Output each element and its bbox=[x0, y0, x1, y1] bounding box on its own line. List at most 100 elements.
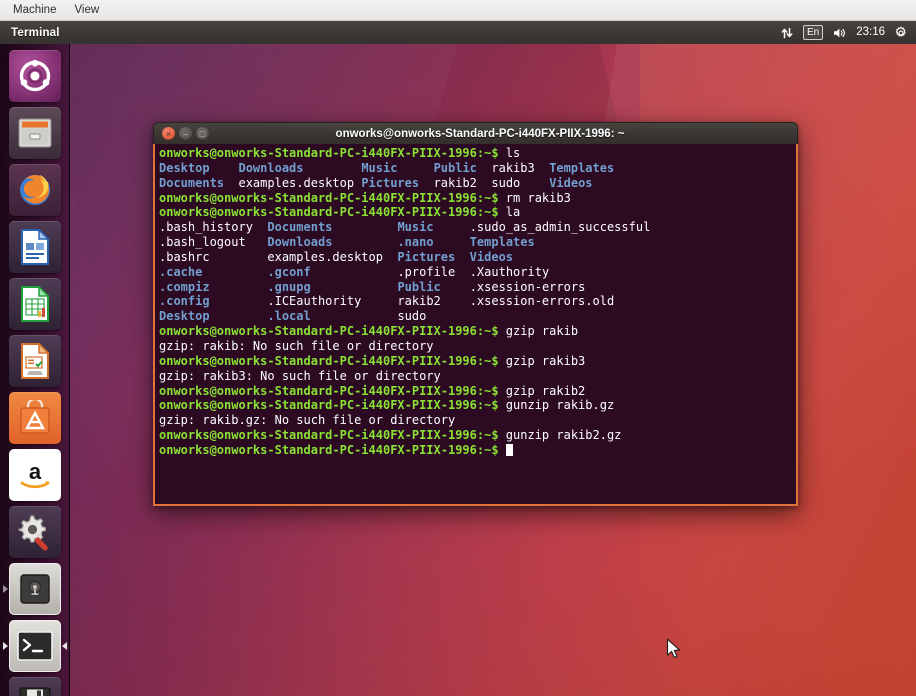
launcher-item-terminal[interactable] bbox=[2, 620, 67, 672]
launcher-item-ubuntu-software[interactable] bbox=[8, 392, 61, 444]
panel-app-title[interactable]: Terminal bbox=[11, 27, 60, 39]
terminal-line: .bashrc examples.desktop Pictures Videos bbox=[159, 250, 792, 265]
ubuntu-logo-icon bbox=[19, 59, 50, 92]
terminal-output: gzip: rakib: No such file or directory bbox=[159, 338, 434, 353]
file-entry: .xsession-errors.old bbox=[469, 294, 615, 309]
clock-indicator[interactable]: 23:16 bbox=[856, 26, 885, 39]
terminal-prompt: onworks@onworks-Standard-PC-i440FX-PIIX-… bbox=[159, 428, 477, 443]
minimize-icon[interactable]: – bbox=[179, 127, 192, 140]
terminal-prompt-tail: :~$ bbox=[476, 146, 506, 160]
launcher-item-amazon[interactable]: a bbox=[8, 449, 61, 501]
terminal-line: gzip: rakib.gz: No such file or director… bbox=[159, 413, 792, 428]
launcher-item-ubuntu-dash[interactable] bbox=[8, 50, 61, 102]
unity-top-panel: Terminal En 23:16 bbox=[0, 21, 916, 44]
network-updown-arrows-icon[interactable] bbox=[780, 26, 794, 40]
terminal-command: gunzip rakib.gz bbox=[505, 398, 615, 413]
directory-entry: Pictures bbox=[361, 175, 420, 190]
directory-entry: .gconf bbox=[267, 264, 311, 279]
launcher-item-firefox[interactable] bbox=[8, 164, 61, 216]
ubuntu-software-bag-icon bbox=[19, 400, 50, 434]
launcher-item-libreoffice-impress[interactable] bbox=[8, 335, 61, 387]
directory-entry: Templates bbox=[469, 235, 535, 250]
terminal-line: onworks@onworks-Standard-PC-i440FX-PIIX-… bbox=[159, 191, 792, 206]
terminal-prompt: onworks@onworks-Standard-PC-i440FX-PIIX-… bbox=[159, 324, 477, 339]
terminal-line: Documents examples.desktop Pictures raki… bbox=[159, 176, 792, 191]
directory-entry: Public bbox=[433, 160, 477, 175]
directory-entry: Templates bbox=[549, 160, 615, 175]
terminal-prompt-tail: :~$ bbox=[476, 442, 506, 457]
terminal-line: .cache .gconf .profile .Xauthority bbox=[159, 265, 792, 280]
terminal-line: Desktop Downloads Music Public rakib3 Te… bbox=[159, 161, 792, 176]
svg-text:a: a bbox=[28, 459, 41, 484]
launcher-item-floppy-disk[interactable] bbox=[8, 677, 61, 696]
volume-speaker-icon[interactable] bbox=[832, 26, 847, 40]
terminal-line: onworks@onworks-Standard-PC-i440FX-PIIX-… bbox=[159, 324, 792, 339]
mouse-pointer-arrow-icon bbox=[666, 638, 682, 665]
file-entry: examples.desktop bbox=[267, 249, 383, 264]
libreoffice-impress-icon bbox=[20, 342, 50, 379]
file-entry: sudo bbox=[491, 175, 521, 190]
libreoffice-writer-icon bbox=[20, 228, 50, 265]
launcher-item-libreoffice-calc[interactable] bbox=[8, 278, 61, 330]
launcher-item-system-settings[interactable] bbox=[8, 506, 61, 558]
terminal-prompt-tail: :~$ bbox=[476, 205, 506, 220]
terminal-titlebar[interactable]: × – □ onworks@onworks-Standard-PC-i440FX… bbox=[153, 122, 798, 144]
file-entry: .xsession-errors bbox=[469, 279, 586, 294]
file-entry: .profile bbox=[397, 264, 456, 279]
launcher-item-libreoffice-writer[interactable] bbox=[8, 221, 61, 273]
terminal-prompt: onworks@onworks-Standard-PC-i440FX-PIIX-… bbox=[159, 146, 477, 160]
vbox-menu-bar: Machine View bbox=[0, 0, 916, 21]
amazon-icon: a bbox=[20, 459, 49, 489]
terminal-prompt: onworks@onworks-Standard-PC-i440FX-PIIX-… bbox=[159, 383, 477, 398]
directory-entry: .cache bbox=[159, 264, 203, 279]
close-icon[interactable]: × bbox=[162, 127, 175, 140]
terminal-prompt-tail: :~$ bbox=[476, 383, 506, 398]
directory-entry: Downloads bbox=[267, 235, 333, 250]
file-entry: examples.desktop bbox=[238, 175, 355, 190]
gear-session-icon[interactable] bbox=[894, 26, 908, 40]
keyboard-layout-label: En bbox=[802, 25, 824, 40]
terminal-line: .compiz .gnupg Public .xsession-errors bbox=[159, 280, 792, 295]
directory-entry: .nano bbox=[397, 235, 434, 250]
firefox-icon bbox=[19, 174, 50, 205]
terminal-line: Desktop .local sudo bbox=[159, 309, 792, 324]
launcher-item-help-safe[interactable] bbox=[2, 563, 61, 615]
terminal-output-area[interactable]: onworks@onworks-Standard-PC-i440FX-PIIX-… bbox=[153, 144, 798, 506]
directory-entry: .gnupg bbox=[267, 279, 311, 294]
directory-entry: Public bbox=[397, 279, 441, 294]
terminal-window[interactable]: × – □ onworks@onworks-Standard-PC-i440FX… bbox=[153, 122, 798, 506]
terminal-command: rm rakib3 bbox=[505, 190, 571, 205]
terminal-line: onworks@onworks-Standard-PC-i440FX-PIIX-… bbox=[159, 384, 792, 399]
system-settings-gear-wrench-icon bbox=[17, 515, 48, 551]
vbox-menu-machine[interactable]: Machine bbox=[4, 2, 65, 18]
terminal-prompt: onworks@onworks-Standard-PC-i440FX-PIIX-… bbox=[159, 190, 477, 205]
file-entry: .bash_history bbox=[159, 220, 253, 235]
launcher-item-files[interactable] bbox=[8, 107, 61, 159]
terminal-output: gzip: rakib.gz: No such file or director… bbox=[159, 413, 456, 428]
directory-entry: Pictures bbox=[397, 249, 456, 264]
terminal-line: .bash_logout Downloads .nano Templates bbox=[159, 235, 792, 250]
directory-entry: .local bbox=[267, 309, 311, 324]
maximize-icon[interactable]: □ bbox=[196, 127, 209, 140]
terminal-line: gzip: rakib3: No such file or directory bbox=[159, 369, 792, 384]
keyboard-layout-indicator[interactable]: En bbox=[802, 25, 824, 40]
directory-entry: Videos bbox=[549, 175, 593, 190]
file-manager-icon bbox=[18, 118, 51, 148]
terminal-line: onworks@onworks-Standard-PC-i440FX-PIIX-… bbox=[159, 205, 792, 220]
terminal-prompt: onworks@onworks-Standard-PC-i440FX-PIIX-… bbox=[159, 442, 477, 457]
terminal-command: la bbox=[505, 205, 521, 220]
terminal-prompt-tail: :~$ bbox=[476, 428, 506, 443]
directory-entry: .compiz bbox=[159, 279, 210, 294]
libreoffice-calc-icon bbox=[20, 285, 50, 322]
terminal-command: gzip rakib2 bbox=[505, 383, 586, 398]
terminal-icon bbox=[16, 631, 53, 661]
terminal-prompt-tail: :~$ bbox=[476, 324, 506, 339]
file-entry: .ICEauthority bbox=[267, 294, 362, 309]
file-entry: .sudo_as_admin_successful bbox=[469, 220, 651, 235]
terminal-command: gunzip rakib2.gz bbox=[505, 428, 622, 443]
terminal-command: gzip rakib bbox=[505, 324, 579, 339]
vbox-menu-view[interactable]: View bbox=[65, 2, 108, 18]
directory-entry: Music bbox=[361, 160, 398, 175]
terminal-cursor bbox=[505, 443, 513, 456]
file-entry: rakib2 bbox=[397, 294, 441, 309]
